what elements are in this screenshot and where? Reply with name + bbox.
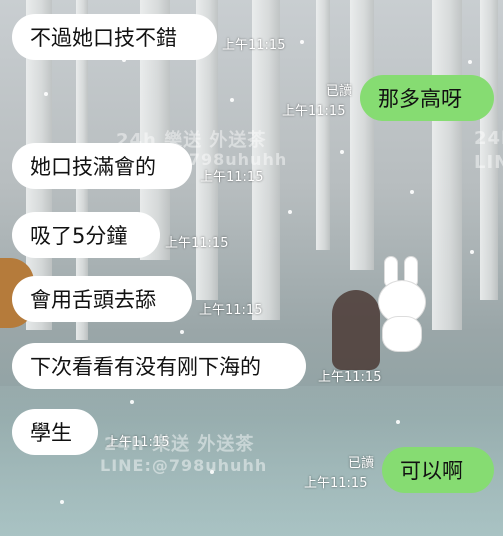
read-receipt: 已讀 [325,84,352,99]
bunny-sticker [376,256,426,352]
message-text: 學生 [30,421,72,445]
message-bubble-incoming[interactable]: 會用舌頭去舔 [12,276,192,322]
message-text: 吸了5分鐘 [30,224,128,248]
message-bubble-incoming[interactable]: 下次看看有没有刚下海的 [12,343,306,389]
tree-trunk [432,0,462,330]
message-time: 上午11:15 [199,303,263,318]
message-text: 不過她口技不錯 [30,26,177,50]
message-bubble-outgoing[interactable]: 那多高呀 [360,75,494,121]
watermark-text: LINE [474,152,503,173]
watermark-text: 24h [474,128,503,149]
dark-bear-sticker [332,290,380,370]
message-text: 她口技滿會的 [30,155,156,179]
message-time: 上午11:15 [318,370,382,385]
message-time: 上午11:15 [222,38,286,53]
read-receipt: 已讀 [347,456,374,471]
message-text: 可以啊 [400,459,463,483]
message-text: 那多高呀 [378,87,462,111]
message-time: 上午11:15 [165,236,229,251]
message-time: 上午11:15 [304,476,368,491]
tree-trunk [316,0,330,250]
message-time: 上午11:15 [282,104,346,119]
message-bubble-incoming[interactable]: 不過她口技不錯 [12,14,217,60]
message-bubble-incoming[interactable]: 吸了5分鐘 [12,212,160,258]
message-time: 上午11:15 [200,170,264,185]
message-bubble-incoming[interactable]: 學生 [12,409,98,455]
watermark-text: LINE:@798uhuhh [100,456,268,475]
tree-trunk [480,0,498,300]
message-time: 上午11:15 [106,435,170,450]
message-text: 下次看看有没有刚下海的 [30,355,261,379]
message-text: 會用舌頭去舔 [30,288,156,312]
tree-trunk [350,0,374,270]
message-bubble-outgoing[interactable]: 可以啊 [382,447,494,493]
message-bubble-incoming[interactable]: 她口技滿會的 [12,143,192,189]
